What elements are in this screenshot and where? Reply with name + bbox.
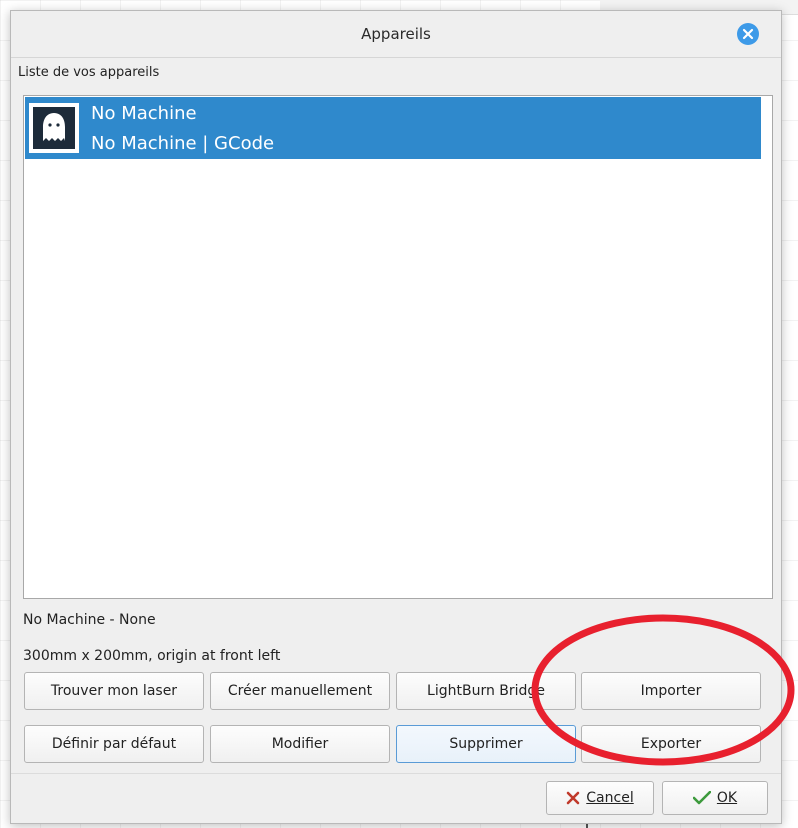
device-name: No Machine [91, 103, 197, 124]
close-icon [742, 28, 754, 40]
dialog-title: Appareils [361, 25, 431, 43]
export-button[interactable]: Exporter [581, 725, 761, 763]
cancel-label: Cancel [586, 790, 634, 806]
dialog-titlebar: Appareils [11, 11, 781, 58]
delete-button[interactable]: Supprimer [396, 725, 576, 763]
device-details-size: 300mm x 200mm, origin at front left [23, 648, 281, 664]
device-list[interactable]: No Machine No Machine | GCode [23, 95, 773, 599]
ok-label: OK [716, 790, 738, 806]
ghost-icon [29, 103, 79, 153]
find-laser-button[interactable]: Trouver mon laser [24, 672, 204, 710]
cancel-icon [566, 791, 580, 805]
import-button[interactable]: Importer [581, 672, 761, 710]
device-details-name: No Machine - None [23, 612, 156, 628]
cancel-button[interactable]: Cancel [546, 781, 654, 815]
lightburn-bridge-button[interactable]: LightBurn Bridge [396, 672, 576, 710]
checkmark-icon [692, 791, 711, 805]
close-button[interactable] [737, 23, 759, 45]
footer-separator [11, 773, 781, 774]
device-list-label: Liste de vos appareils [18, 65, 160, 80]
create-manually-button[interactable]: Créer manuellement [210, 672, 390, 710]
ok-button[interactable]: OK [662, 781, 768, 815]
modify-button[interactable]: Modifier [210, 725, 390, 763]
device-subtitle: No Machine | GCode [91, 133, 275, 154]
devices-dialog: Appareils Liste de vos appareils No Mach… [10, 10, 782, 824]
list-item[interactable]: No Machine No Machine | GCode [25, 97, 761, 159]
set-default-button[interactable]: Définir par défaut [24, 725, 204, 763]
